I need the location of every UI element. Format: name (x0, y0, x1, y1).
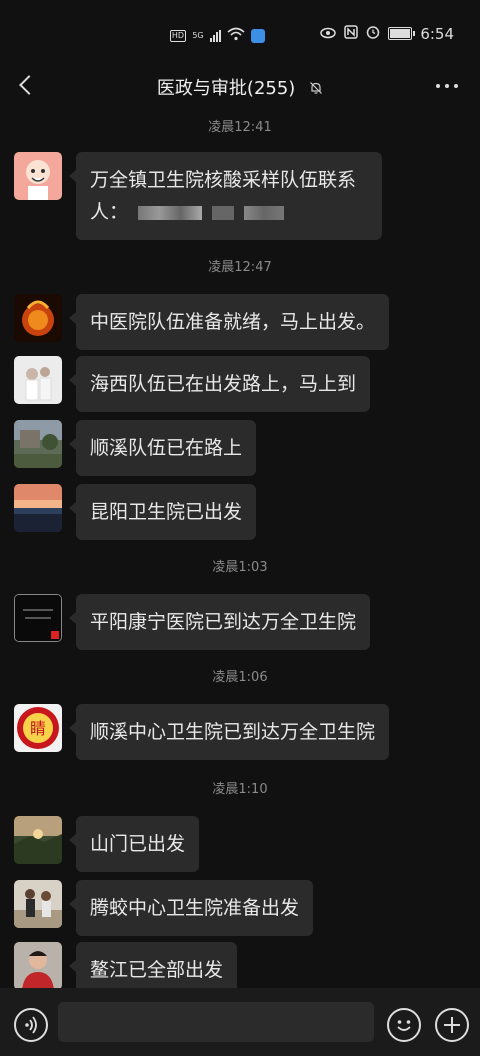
plus-icon[interactable] (435, 1008, 469, 1042)
message-text-line: 万全镇卫生院核酸采样队伍联系 (90, 169, 357, 191)
mute-bell-icon (309, 79, 323, 94)
clock-time: 6:54 (420, 24, 454, 43)
signal-icon (210, 29, 221, 42)
message-bubble[interactable]: 顺溪队伍已在路上 (68, 420, 257, 476)
message-bubble[interactable]: 万全镇卫生院核酸采样队伍联系 人： (69, 152, 382, 240)
message-text: 海西队伍已在出发路上，马上到 (90, 373, 357, 395)
message-text: 山门已出发 (90, 833, 186, 855)
message-timestamp: 凌晨12:41 (208, 120, 272, 135)
message-text-line: 人： (90, 196, 368, 228)
message-text: 顺溪队伍已在路上 (90, 437, 243, 459)
message-item: 万全镇卫生院核酸采样队伍联系 人： (14, 152, 382, 240)
message-text: 平阳康宁医院已到达万全卫生院 (90, 611, 357, 633)
message-bubble[interactable]: 平阳康宁医院已到达万全卫生院 (68, 594, 371, 650)
message-text: 顺溪中心卫生院已到达万全卫生院 (90, 721, 376, 743)
message-timestamp: 凌晨1:03 (212, 560, 268, 575)
alarm-icon (366, 24, 380, 43)
message-bubble[interactable]: 顺溪中心卫生院已到达万全卫生院 (68, 704, 390, 760)
message-bubble[interactable]: 昆阳卫生院已出发 (68, 484, 257, 540)
eye-icon (320, 24, 337, 43)
chat-title-wrap: 医政与审批(255) (0, 74, 480, 100)
message-timestamp: 凌晨12:47 (208, 260, 272, 275)
message-item: 腾蛟中心卫生院准备出发 (14, 880, 314, 936)
message-item: 睛 顺溪中心卫生院已到达万全卫生院 (14, 704, 390, 760)
blurred-phone (138, 205, 203, 220)
message-bubble[interactable]: 腾蛟中心卫生院准备出发 (68, 880, 314, 936)
status-bar: HD 5G 6:54 (0, 0, 480, 64)
app-notification-icon (251, 28, 265, 43)
hd-icon: HD (170, 29, 186, 42)
message-bubble[interactable]: 山门已出发 (68, 816, 200, 872)
chat-title: 医政与审批(255) (156, 78, 296, 99)
more-icon[interactable] (436, 84, 458, 88)
avatar[interactable] (14, 880, 62, 928)
battery-icon (388, 27, 416, 40)
avatar[interactable] (14, 152, 62, 200)
message-item: 昆阳卫生院已出发 (14, 484, 257, 540)
avatar[interactable] (14, 594, 62, 642)
message-item: 顺溪队伍已在路上 (14, 420, 257, 476)
voice-icon[interactable] (14, 1008, 48, 1042)
avatar[interactable] (14, 484, 62, 532)
wifi-icon (227, 26, 245, 45)
network-type-icon: 5G (192, 30, 204, 40)
emoji-icon[interactable] (387, 1008, 421, 1042)
message-text: 中医院队伍准备就绪，马上出发。 (90, 311, 376, 333)
message-item: 海西队伍已在出发路上，马上到 (14, 356, 371, 412)
avatar[interactable] (14, 942, 62, 990)
message-text: 腾蛟中心卫生院准备出发 (90, 897, 300, 919)
nfc-icon (344, 24, 359, 43)
avatar[interactable] (14, 294, 62, 342)
hospital-logo-text: 睛 (30, 719, 46, 738)
message-bubble[interactable]: 海西队伍已在出发路上，马上到 (68, 356, 371, 412)
message-text: 昆阳卫生院已出发 (90, 501, 243, 523)
message-timestamp: 凌晨1:06 (212, 670, 268, 685)
message-text: 鳌江已全部出发 (90, 959, 224, 981)
message-input[interactable] (58, 1002, 374, 1042)
avatar[interactable]: 睛 (14, 704, 62, 752)
chat-input-bar (0, 988, 480, 1056)
message-timestamp: 凌晨1:10 (212, 782, 268, 797)
message-item: 山门已出发 (14, 816, 200, 872)
avatar[interactable] (14, 420, 62, 468)
message-item: 平阳康宁医院已到达万全卫生院 (14, 594, 371, 650)
message-item: 中医院队伍准备就绪，马上出发。 (14, 294, 390, 350)
avatar[interactable] (14, 356, 62, 404)
message-bubble[interactable]: 中医院队伍准备就绪，马上出发。 (68, 294, 390, 350)
chat-header: 医政与审批(255) (0, 64, 480, 110)
avatar[interactable] (14, 816, 62, 864)
